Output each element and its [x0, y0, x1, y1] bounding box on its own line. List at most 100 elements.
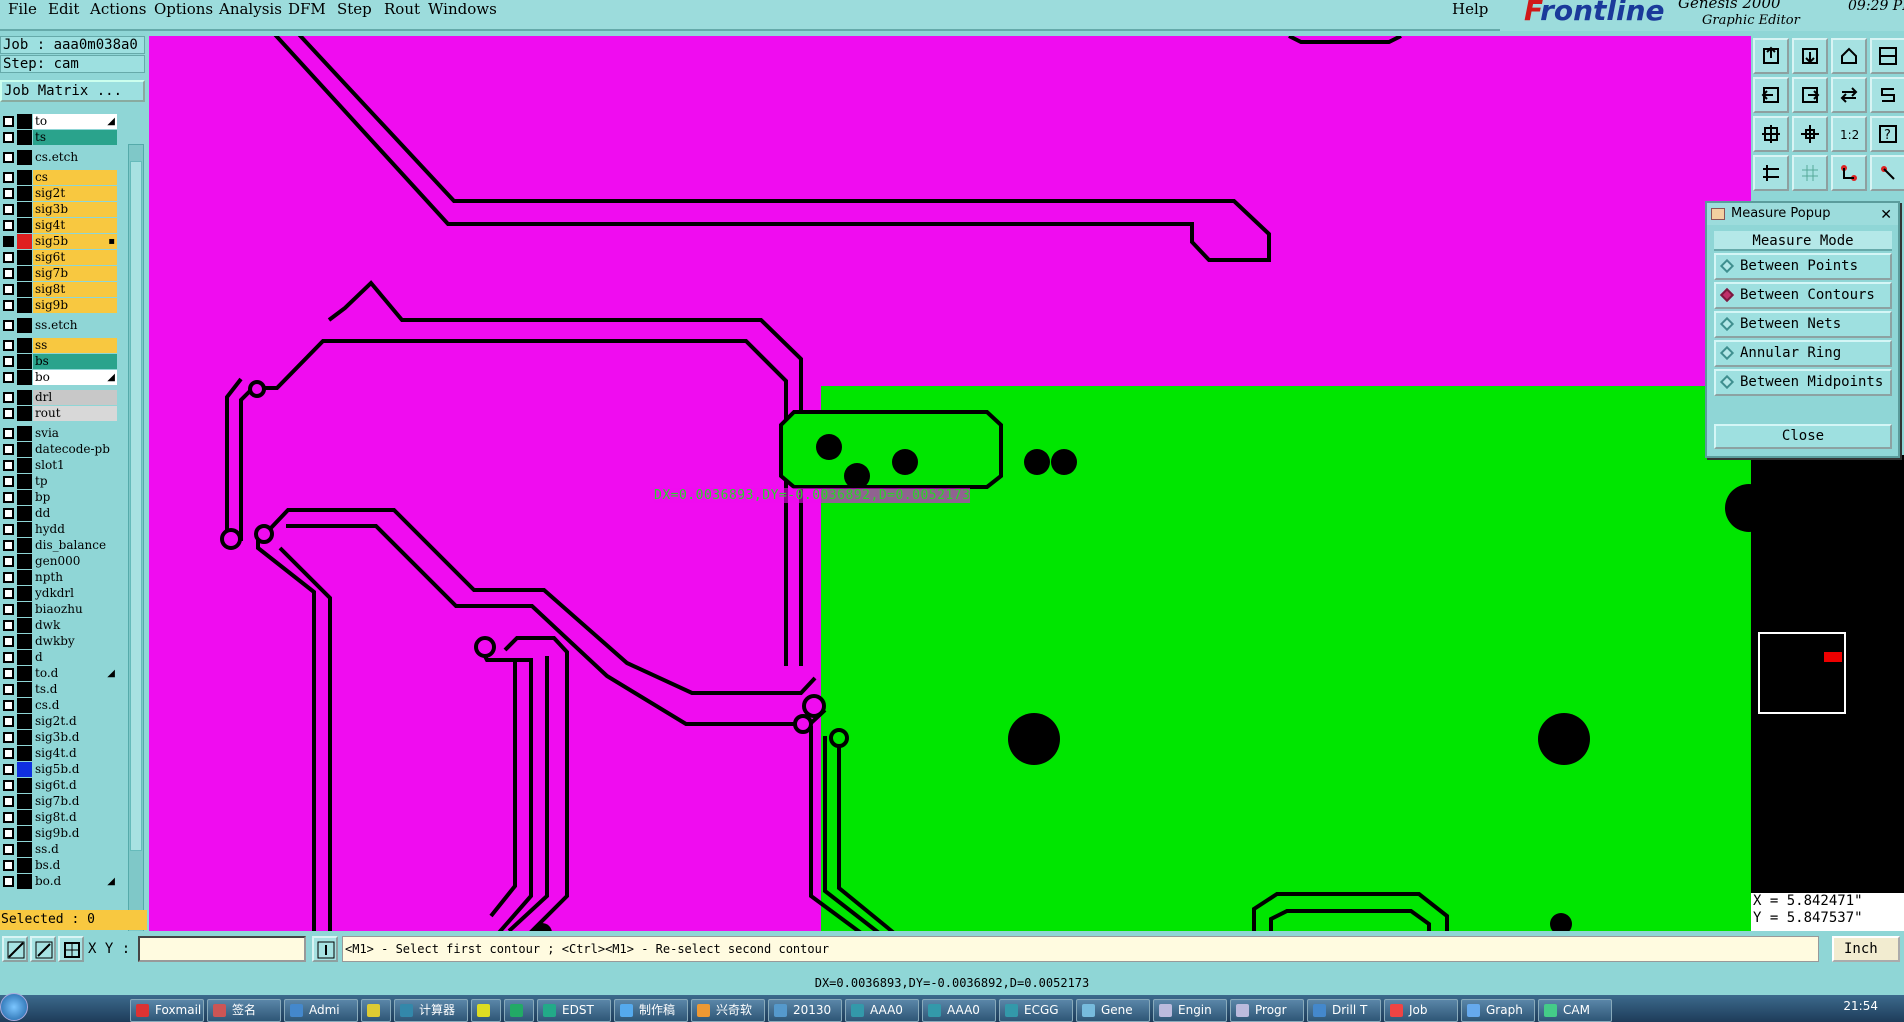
layer-row[interactable]: sig5b ▪: [0, 234, 118, 249]
layer-row[interactable]: datecode-pb: [0, 442, 118, 457]
layer-name[interactable]: slot1: [33, 458, 117, 473]
layer-row[interactable]: sig9b: [0, 298, 118, 313]
layer-color-swatch[interactable]: [17, 522, 32, 537]
taskbar-button[interactable]: 签名: [207, 999, 281, 1022]
layer-row[interactable]: to.d ◢: [0, 666, 118, 681]
layer-checkbox[interactable]: [3, 340, 14, 351]
layer-name[interactable]: svia: [33, 426, 117, 441]
layer-name[interactable]: bo.d ◢: [33, 874, 117, 889]
layer-checkbox[interactable]: [3, 300, 14, 311]
measure-tool-button[interactable]: [1753, 155, 1789, 191]
layer-row[interactable]: sig4t: [0, 218, 118, 233]
layer-row[interactable]: dwkby: [0, 634, 118, 649]
layer-name[interactable]: tp: [33, 474, 117, 489]
graphic-canvas[interactable]: DX=0.0036893,DY=-0.0036892,D=0.0052173: [149, 36, 1751, 933]
layer-checkbox[interactable]: [3, 444, 14, 455]
layer-color-swatch[interactable]: [17, 442, 32, 457]
layer-color-swatch[interactable]: [17, 406, 32, 421]
layer-color-swatch[interactable]: [17, 666, 32, 681]
layer-scrollbar[interactable]: [128, 144, 144, 940]
layer-color-swatch[interactable]: [17, 634, 32, 649]
layer-color-swatch[interactable]: [17, 170, 32, 185]
layer-checkbox[interactable]: [3, 860, 14, 871]
pan-left-button[interactable]: [1753, 77, 1789, 113]
grid-button[interactable]: [1792, 155, 1828, 191]
layer-row[interactable]: biaozhu: [0, 602, 118, 617]
layer-name[interactable]: datecode-pb: [33, 442, 117, 457]
close-icon[interactable]: ✕: [1880, 204, 1892, 226]
grid-snap-button[interactable]: [58, 936, 84, 962]
taskbar-button[interactable]: [504, 999, 534, 1022]
layer-checkbox[interactable]: [3, 356, 14, 367]
layer-name[interactable]: ydkdrl: [33, 586, 117, 601]
layer-checkbox[interactable]: [3, 152, 14, 163]
home-button[interactable]: [1831, 38, 1867, 74]
layer-color-swatch[interactable]: [17, 586, 32, 601]
snap-button[interactable]: [1870, 77, 1904, 113]
layer-row[interactable]: sig2t: [0, 186, 118, 201]
layer-name[interactable]: hydd: [33, 522, 117, 537]
layer-name[interactable]: sig7b: [33, 266, 117, 281]
layer-row[interactable]: sig8t.d: [0, 810, 118, 825]
layer-name[interactable]: bo ◢: [33, 370, 117, 385]
menu-rout[interactable]: Rout: [384, 0, 420, 18]
layer-name[interactable]: sig6t: [33, 250, 117, 265]
pan-down-button[interactable]: [1792, 38, 1828, 74]
layer-row[interactable]: hydd: [0, 522, 118, 537]
layer-checkbox[interactable]: [3, 408, 14, 419]
menu-help[interactable]: Help: [1452, 0, 1488, 18]
layer-color-swatch[interactable]: [17, 730, 32, 745]
layer-name[interactable]: biaozhu: [33, 602, 117, 617]
layer-row[interactable]: sig6t.d: [0, 778, 118, 793]
layer-checkbox[interactable]: [3, 252, 14, 263]
layer-checkbox[interactable]: [3, 636, 14, 647]
layer-color-swatch[interactable]: [17, 490, 32, 505]
layer-color-swatch[interactable]: [17, 318, 32, 333]
layer-color-swatch[interactable]: [17, 474, 32, 489]
layer-row[interactable]: cs.d: [0, 698, 118, 713]
layer-name[interactable]: drl: [33, 390, 117, 405]
layer-name[interactable]: cs: [33, 170, 117, 185]
layer-checkbox[interactable]: [3, 392, 14, 403]
layer-context-icon[interactable]: ▪: [108, 234, 115, 249]
option-annular-ring[interactable]: Annular Ring: [1714, 340, 1892, 367]
option-between-contours[interactable]: Between Contours: [1714, 282, 1892, 309]
layer-name[interactable]: ss.d: [33, 842, 117, 857]
layer-color-swatch[interactable]: [17, 810, 32, 825]
layer-name[interactable]: dwkby: [33, 634, 117, 649]
layer-checkbox[interactable]: [3, 132, 14, 143]
zoom-out-button[interactable]: [1792, 116, 1828, 152]
taskbar-button[interactable]: 制作稿: [614, 999, 688, 1022]
menu-edit[interactable]: Edit: [48, 0, 79, 18]
layer-color-swatch[interactable]: [17, 506, 32, 521]
option-between-points[interactable]: Between Points: [1714, 253, 1892, 280]
layer-row[interactable]: sig9b.d: [0, 826, 118, 841]
layer-row[interactable]: ss: [0, 338, 118, 353]
layer-name[interactable]: d: [33, 650, 117, 665]
taskbar-button[interactable]: CAM: [1538, 999, 1612, 1022]
layer-row[interactable]: sig7b.d: [0, 794, 118, 809]
layer-row[interactable]: gen000: [0, 554, 118, 569]
layer-row[interactable]: sig3b.d: [0, 730, 118, 745]
layer-row[interactable]: bo ◢: [0, 370, 118, 385]
layer-color-swatch[interactable]: [17, 218, 32, 233]
layer-context-icon[interactable]: ◢: [107, 874, 115, 889]
undo-button[interactable]: [2, 936, 28, 962]
taskbar-button[interactable]: ECGG: [999, 999, 1073, 1022]
layer-name[interactable]: sig3b: [33, 202, 117, 217]
start-button[interactable]: [0, 993, 28, 1021]
layer-checkbox[interactable]: [3, 508, 14, 519]
layer-row[interactable]: cs.etch: [0, 150, 118, 165]
layer-color-swatch[interactable]: [17, 426, 32, 441]
layer-name[interactable]: ts.d: [33, 682, 117, 697]
layer-checkbox[interactable]: [3, 524, 14, 535]
layer-name[interactable]: bs: [33, 354, 117, 369]
layer-checkbox[interactable]: [3, 556, 14, 567]
layer-row[interactable]: bs.d: [0, 858, 118, 873]
popup-close-button[interactable]: Close: [1714, 424, 1892, 449]
layer-checkbox[interactable]: [3, 604, 14, 615]
layer-row[interactable]: dwk: [0, 618, 118, 633]
layer-row[interactable]: tp: [0, 474, 118, 489]
layer-color-swatch[interactable]: [17, 538, 32, 553]
taskbar-button[interactable]: EDST: [537, 999, 611, 1022]
